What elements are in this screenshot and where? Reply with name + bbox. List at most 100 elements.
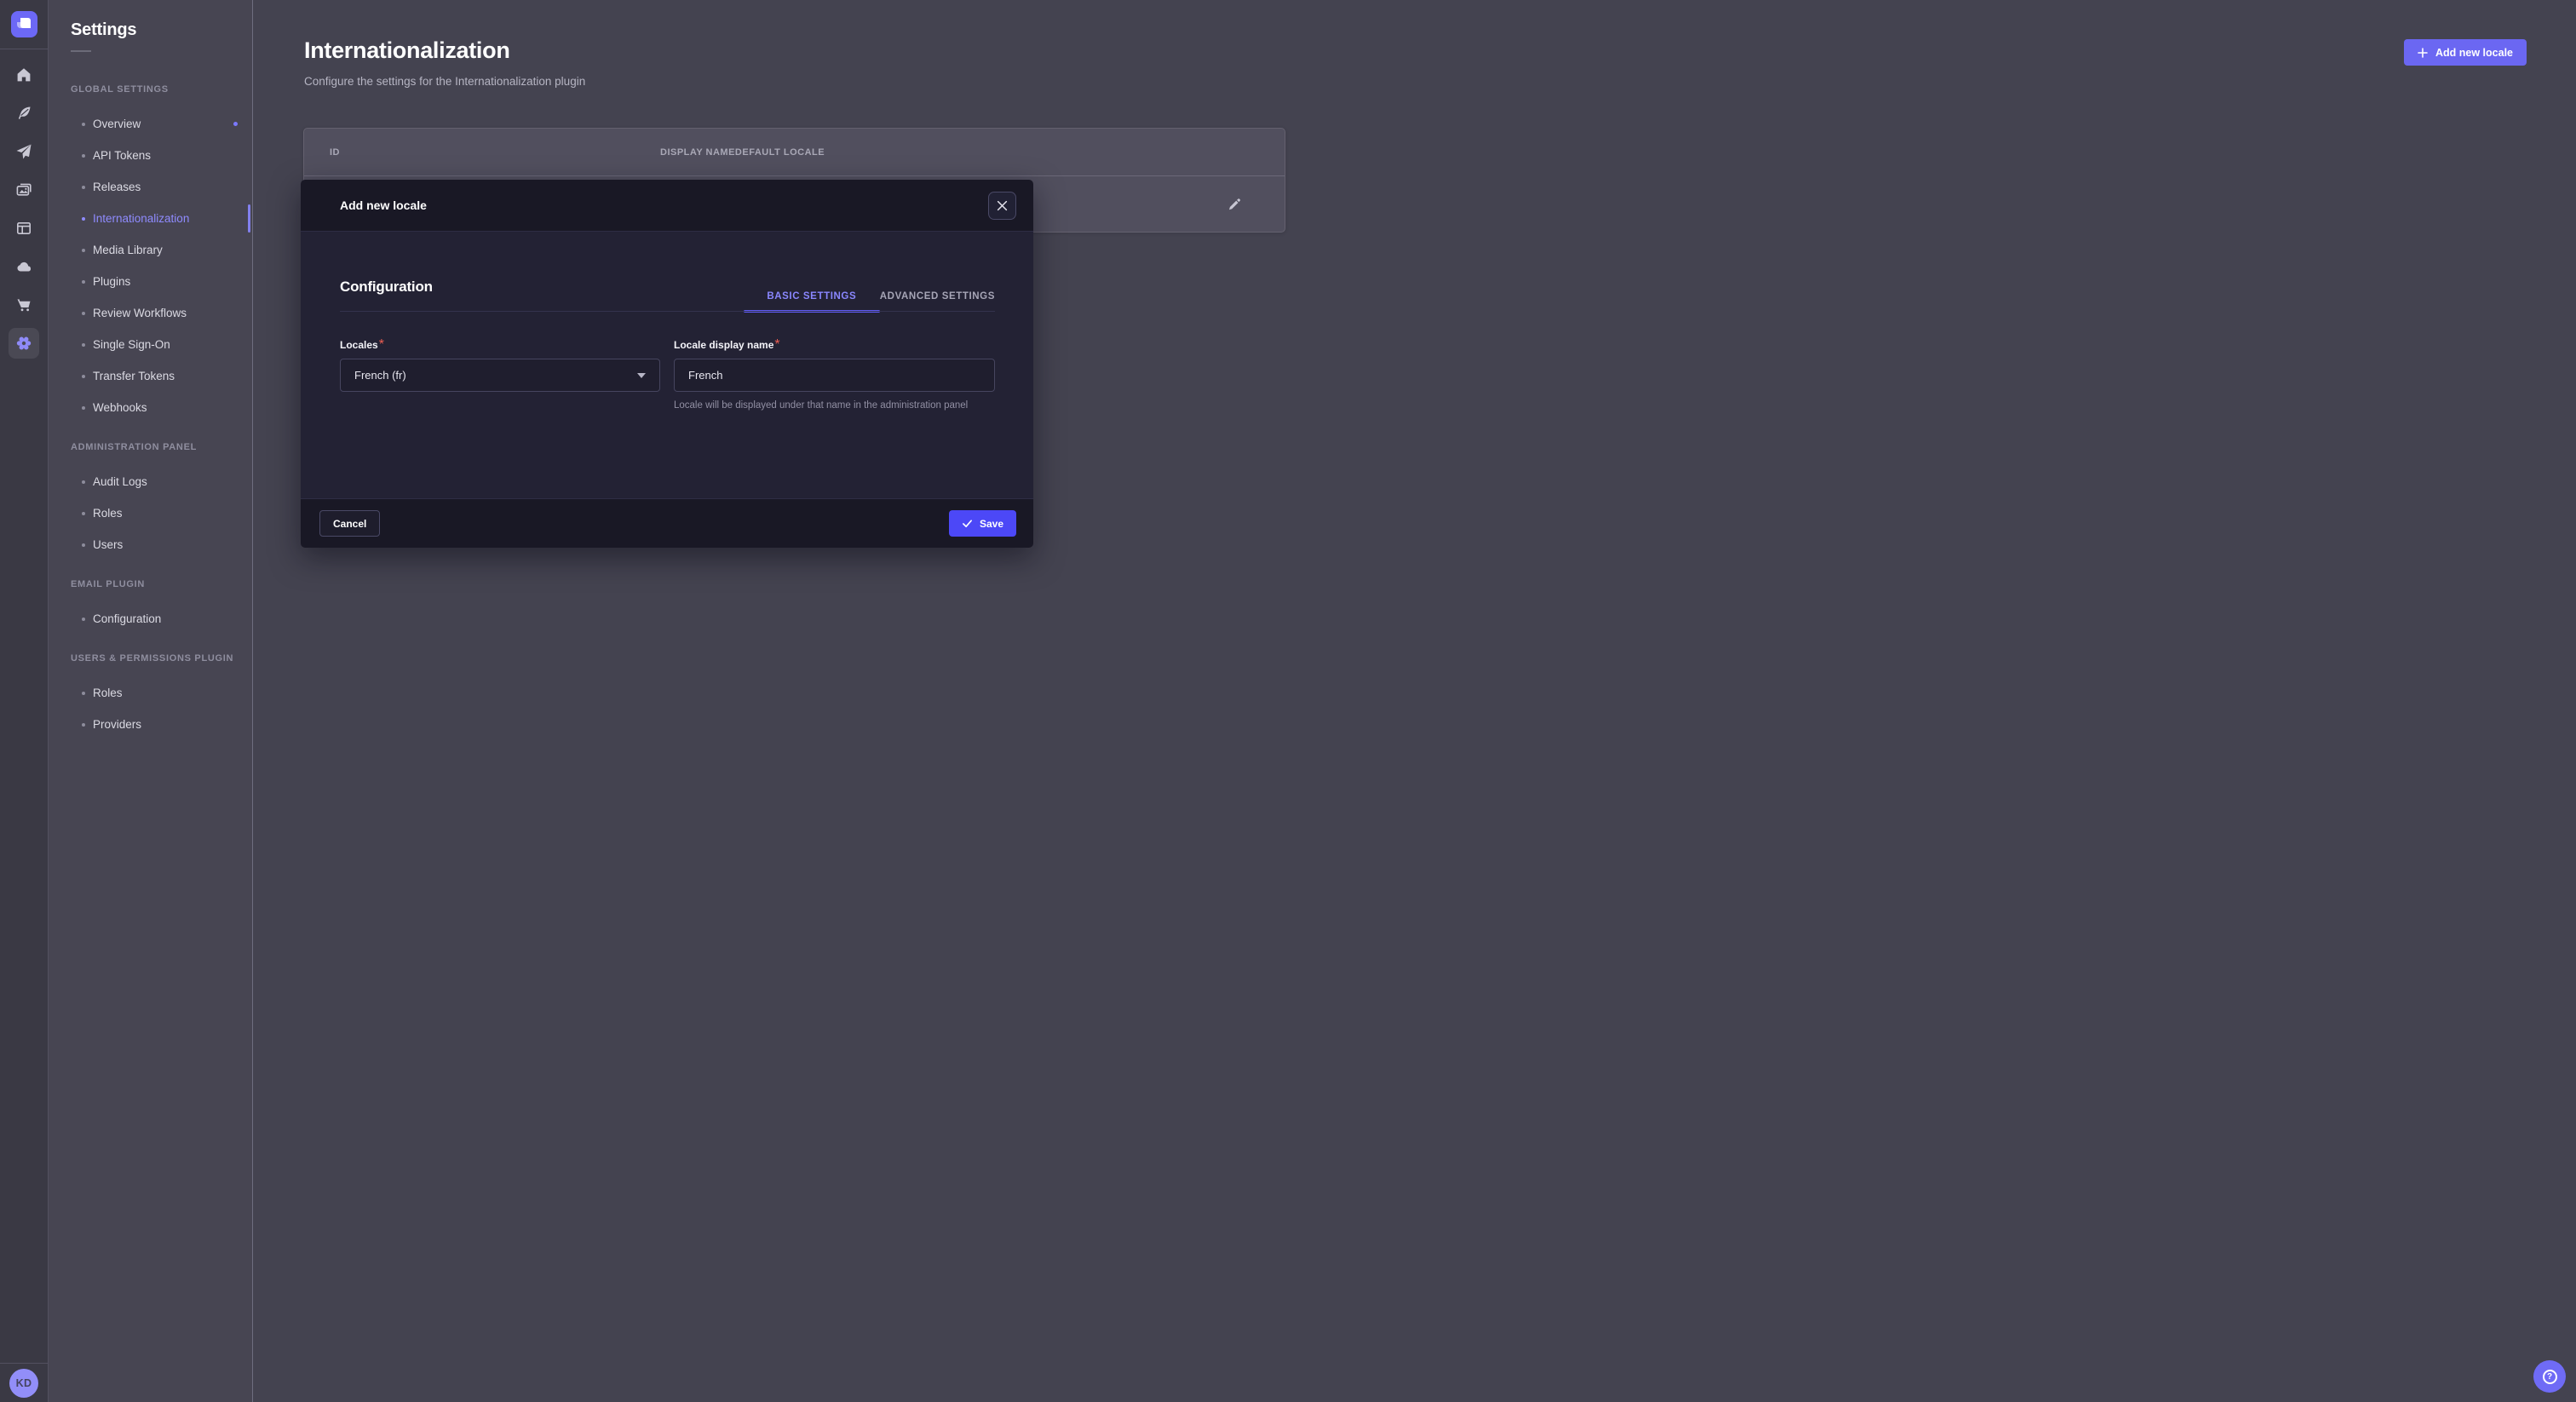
bullet-icon (82, 123, 85, 126)
nav-item[interactable]: API Tokens (49, 140, 252, 171)
nav-item[interactable]: Providers (49, 709, 252, 740)
bullet-icon (82, 480, 85, 484)
paper-plane-icon[interactable] (9, 136, 39, 167)
nav-section-label: USERS & PERMISSIONS PLUGIN (49, 643, 252, 674)
check-icon (962, 518, 973, 529)
nav-item-label: Roles (93, 507, 123, 520)
nav-item[interactable]: Internationalization (49, 203, 252, 234)
nav-item[interactable]: Audit Logs (49, 466, 252, 497)
nav-item-label: Users (93, 538, 123, 551)
settings-gear-icon[interactable] (9, 328, 39, 359)
add-new-locale-button[interactable]: Add new locale (2404, 39, 2527, 66)
nav-item[interactable]: Releases (49, 171, 252, 203)
bullet-icon (82, 154, 85, 158)
locales-select-value: French (fr) (354, 369, 406, 382)
close-modal-button[interactable] (988, 192, 1016, 220)
bullet-icon (82, 692, 85, 695)
bullet-icon (82, 186, 85, 189)
nav-item-label: Single Sign-On (93, 338, 170, 351)
bullet-icon (82, 280, 85, 284)
table-column-header: DEFAULT LOCALE (735, 147, 825, 158)
cloud-icon[interactable] (9, 251, 39, 282)
display-name-field-group: Locale display name* Locale will be disp… (674, 337, 995, 413)
edit-locale-button[interactable] (1226, 195, 1244, 215)
subnav-header: Settings (49, 0, 252, 52)
bullet-icon (82, 343, 85, 347)
display-name-label: Locale display name (674, 339, 773, 351)
nav-item-label: Plugins (93, 275, 130, 288)
strapi-logo-icon[interactable] (11, 11, 37, 37)
nav-item-label: Transfer Tokens (93, 370, 175, 382)
help-button[interactable]: ? (2533, 1360, 2566, 1393)
nav-item[interactable]: Single Sign-On (49, 329, 252, 360)
user-avatar[interactable]: KD (9, 1369, 38, 1398)
nav-item[interactable]: Review Workflows (49, 297, 252, 329)
pencil-icon (1228, 197, 1242, 211)
page-title: Internationalization (304, 37, 510, 64)
subnav-title: Settings (71, 20, 252, 40)
nav-section-label: GLOBAL SETTINGS (49, 74, 252, 105)
nav-item[interactable]: Webhooks (49, 392, 252, 423)
locales-select[interactable]: French (fr) (340, 359, 660, 392)
locales-label: Locales (340, 339, 378, 351)
home-icon[interactable] (9, 60, 39, 90)
nav-section-label: EMAIL PLUGIN (49, 569, 252, 600)
bullet-icon (82, 217, 85, 221)
nav-section: ADMINISTRATION PANEL Audit Logs Roles (49, 432, 252, 560)
nav-item[interactable]: Plugins (49, 266, 252, 297)
nav-section: GLOBAL SETTINGS Overview API Tokens (49, 74, 252, 423)
modal-body: Configuration BASIC SETTINGSADVANCED SET… (301, 232, 1033, 498)
nav-item-label: Webhooks (93, 401, 147, 414)
modal-footer: Cancel Save (301, 498, 1033, 548)
plus-icon (2418, 48, 2428, 58)
table-column-header: ID (330, 147, 660, 158)
display-name-hint: Locale will be displayed under that name… (674, 399, 1006, 413)
bullet-icon (82, 406, 85, 410)
settings-subnav: Settings GLOBAL SETTINGS Overview (49, 0, 253, 1402)
bullet-icon (82, 249, 85, 252)
required-asterisk: * (774, 337, 779, 352)
nav-item-label: Releases (93, 181, 141, 193)
nav-section: EMAIL PLUGIN Configuration (49, 569, 252, 635)
media-library-icon[interactable] (9, 175, 39, 205)
logo-section (0, 0, 48, 49)
tabs-divider (340, 311, 995, 312)
bullet-icon (82, 618, 85, 621)
nav-item[interactable]: Roles (49, 677, 252, 709)
layout-icon[interactable] (9, 213, 39, 244)
bullet-icon (82, 512, 85, 515)
question-mark-icon: ? (2543, 1370, 2557, 1384)
nav-item[interactable]: Transfer Tokens (49, 360, 252, 392)
rail-icon-list (0, 49, 48, 359)
cancel-button[interactable]: Cancel (319, 510, 380, 537)
close-icon (997, 200, 1008, 211)
modal-header: Add new locale (301, 180, 1033, 232)
tab[interactable]: ADVANCED SETTINGS (880, 281, 995, 311)
bullet-icon (82, 723, 85, 727)
nav-item-list: Roles Providers (49, 677, 252, 740)
feather-content-icon[interactable] (9, 98, 39, 129)
nav-item[interactable]: Media Library (49, 234, 252, 266)
nav-item-label: API Tokens (93, 149, 151, 162)
add-locale-modal: Add new locale Configuration BASIC SETTI… (301, 180, 1033, 548)
nav-section-label: ADMINISTRATION PANEL (49, 432, 252, 463)
marketplace-cart-icon[interactable] (9, 290, 39, 320)
nav-item[interactable]: Configuration (49, 603, 252, 635)
nav-item[interactable]: Overview (49, 108, 252, 140)
bullet-icon (82, 375, 85, 378)
rail-footer: KD (0, 1363, 48, 1402)
nav-item[interactable]: Users (49, 529, 252, 560)
display-name-input[interactable] (688, 369, 980, 382)
nav-item-label: Providers (93, 718, 141, 731)
page-subtitle: Configure the settings for the Internati… (304, 75, 585, 88)
tab[interactable]: BASIC SETTINGS (744, 281, 880, 311)
save-button[interactable]: Save (949, 510, 1016, 537)
add-new-locale-label: Add new locale (2435, 47, 2513, 59)
save-label: Save (980, 518, 1003, 530)
nav-item-list: Configuration (49, 603, 252, 635)
nav-item[interactable]: Roles (49, 497, 252, 529)
nav-section: USERS & PERMISSIONS PLUGIN Roles Provide… (49, 643, 252, 740)
display-name-input-wrap (674, 359, 995, 392)
nav-item-label: Roles (93, 687, 123, 699)
app-rail: KD (0, 0, 49, 1402)
